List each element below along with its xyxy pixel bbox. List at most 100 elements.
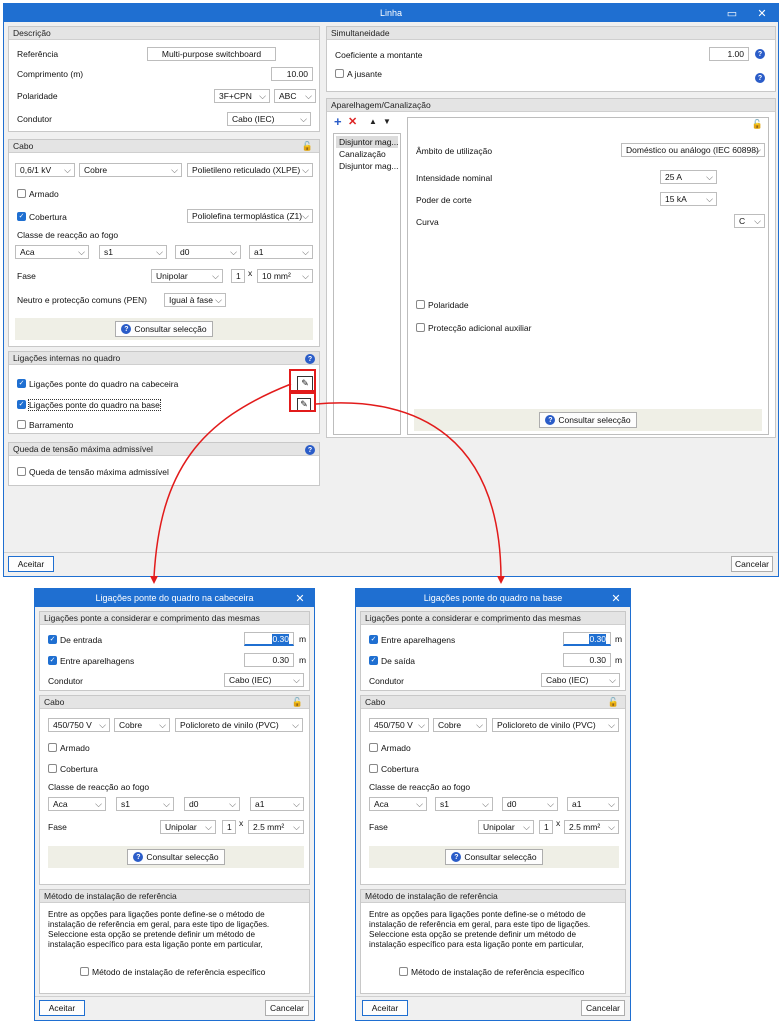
chevron-down-icon: ⌵ <box>293 675 300 685</box>
armado-checkbox[interactable]: Armado <box>369 742 411 753</box>
chevron-down-icon: ⌵ <box>95 799 102 809</box>
condutor-select[interactable]: Cabo (IEC) ⌵ <box>224 673 304 687</box>
r2-checkbox[interactable]: ✓ Entre aparelhagens <box>48 655 134 666</box>
fase-type-value: Unipolar <box>483 822 515 832</box>
material-value: Cobre <box>119 720 143 730</box>
classe-value: Aca <box>374 799 389 809</box>
aceitar-button[interactable]: Aceitar <box>362 1000 408 1016</box>
checkbox-checked: ✓ <box>369 656 378 665</box>
classe-select-2[interactable]: s1 ⌵ <box>435 797 493 811</box>
chevron-down-icon: ⌵ <box>608 799 615 809</box>
voltage-select[interactable]: 450/750 V ⌵ <box>48 718 110 732</box>
chevron-down-icon: ⌵ <box>293 799 300 809</box>
unit-label: m <box>299 634 307 644</box>
classe-label: Classe de reacção ao fogo <box>369 782 471 792</box>
cobertura-checkbox[interactable]: Cobertura <box>48 763 98 774</box>
cabo-panel: Cabo 🔓 450/750 V ⌵ Cobre ⌵ Policloreto de … <box>39 695 310 885</box>
r2-label: De saída <box>381 655 416 666</box>
consult-selection-button[interactable]: ? Consultar selecção <box>445 849 543 865</box>
chevron-down-icon: ⌵ <box>418 720 425 730</box>
fase-type-select[interactable]: Unipolar ⌵ <box>160 820 216 834</box>
condutor-select[interactable]: Cabo (IEC) ⌵ <box>541 673 620 687</box>
checkbox-box <box>369 743 378 752</box>
classe-select-2[interactable]: s1 ⌵ <box>116 797 174 811</box>
armado-label: Armado <box>381 742 411 753</box>
voltage-select[interactable]: 450/750 V ⌵ <box>369 718 429 732</box>
consult-bar: ? Consultar selecção <box>369 846 619 868</box>
r1-checkbox[interactable]: ✓ De entrada <box>48 634 102 645</box>
fase-x-label: x <box>239 818 244 828</box>
close-icon[interactable]: ✕ <box>292 589 308 607</box>
r2-checkbox[interactable]: ✓ De saída <box>369 655 415 666</box>
classe-label: Classe de reacção ao fogo <box>48 782 150 792</box>
chevron-down-icon: ⌵ <box>292 720 299 730</box>
metodo-cb-label: Método de instalação de referência espec… <box>92 966 266 977</box>
classe-select-3[interactable]: d0 ⌵ <box>184 797 240 811</box>
dialog-titlebar: Ligações ponte do quadro na cabeceira ✕ <box>35 589 314 607</box>
lock-icon[interactable]: 🔓 <box>608 697 619 708</box>
chevron-down-icon: ⌵ <box>229 799 236 809</box>
checkbox-box <box>48 764 57 773</box>
voltage-value: 450/750 V <box>374 720 413 730</box>
r1-length-input[interactable]: 0.30 <box>244 632 294 646</box>
material-select[interactable]: Cobre ⌵ <box>114 718 170 732</box>
unit-label: m <box>615 655 623 665</box>
chevron-down-icon: ⌵ <box>608 720 615 730</box>
classe-select-1[interactable]: Aca ⌵ <box>48 797 106 811</box>
metodo-description: Entre as opções para ligações ponte defi… <box>369 910 591 949</box>
metodo-checkbox[interactable]: Método de instalação de referência espec… <box>399 966 584 977</box>
cobertura-label: Cobertura <box>381 763 419 774</box>
fase-count-input[interactable]: 1 <box>222 820 236 834</box>
classe-select-4[interactable]: a1 ⌵ <box>567 797 619 811</box>
cancelar-button[interactable]: Cancelar <box>581 1000 625 1016</box>
metodo-checkbox[interactable]: Método de instalação de referência espec… <box>80 966 265 977</box>
r1-length-input[interactable]: 0.30 <box>563 632 611 646</box>
classe-value: s1 <box>440 799 449 809</box>
fase-section-select[interactable]: 2.5 mm² ⌵ <box>248 820 304 834</box>
cancelar-button[interactable]: Cancelar <box>265 1000 309 1016</box>
consult-label: Consultar selecção <box>464 852 537 862</box>
r1-label: De entrada <box>60 634 103 645</box>
condutor-value: Cabo (IEC) <box>546 675 589 685</box>
classe-select-1[interactable]: Aca ⌵ <box>369 797 427 811</box>
classe-value: Aca <box>53 799 68 809</box>
cabo-header: Cabo <box>40 696 309 709</box>
r2-length-input[interactable]: 0.30 <box>244 653 294 667</box>
classe-select-4[interactable]: a1 ⌵ <box>250 797 304 811</box>
insulation-select[interactable]: Policloreto de vinilo (PVC) ⌵ <box>175 718 303 732</box>
chevron-down-icon: ⌵ <box>609 675 616 685</box>
dialog-footer: Aceitar Cancelar <box>35 996 314 1020</box>
close-icon[interactable]: ✕ <box>608 589 624 607</box>
aceitar-button[interactable]: Aceitar <box>39 1000 85 1016</box>
r1-value: 0.30 <box>589 634 606 644</box>
r2-length-input[interactable]: 0.30 <box>563 653 611 667</box>
metodo-panel: Método de instalação de referência Entre… <box>360 889 626 994</box>
classe-value: a1 <box>572 799 582 809</box>
metodo-header: Método de instalação de referência <box>361 890 625 903</box>
cobertura-label: Cobertura <box>60 763 98 774</box>
chevron-down-icon: ⌵ <box>476 720 483 730</box>
chevron-down-icon: ⌵ <box>523 822 530 832</box>
cobertura-checkbox[interactable]: Cobertura <box>369 763 419 774</box>
chevron-down-icon: ⌵ <box>293 822 300 832</box>
condutor-label: Condutor <box>369 676 404 686</box>
fase-count-input[interactable]: 1 <box>539 820 553 834</box>
chevron-down-icon: ⌵ <box>482 799 489 809</box>
consult-selection-button[interactable]: ? Consultar selecção <box>127 849 225 865</box>
fase-type-select[interactable]: Unipolar ⌵ <box>478 820 534 834</box>
fase-section-select[interactable]: 2.5 mm² ⌵ <box>564 820 619 834</box>
chevron-down-icon: ⌵ <box>608 822 615 832</box>
armado-label: Armado <box>60 742 90 753</box>
consult-label: Consultar selecção <box>146 852 219 862</box>
r1-checkbox[interactable]: ✓ Entre aparelhagens <box>369 634 455 645</box>
insulation-select[interactable]: Policloreto de vinilo (PVC) ⌵ <box>492 718 619 732</box>
fase-section-value: 2.5 mm² <box>253 822 285 832</box>
lock-icon[interactable]: 🔓 <box>292 697 303 708</box>
classe-select-3[interactable]: d0 ⌵ <box>502 797 558 811</box>
material-select[interactable]: Cobre ⌵ <box>433 718 487 732</box>
condutor-value: Cabo (IEC) <box>229 675 272 685</box>
armado-checkbox[interactable]: Armado <box>48 742 90 753</box>
chevron-down-icon: ⌵ <box>159 720 166 730</box>
dialog-titlebar: Ligações ponte do quadro na base ✕ <box>356 589 630 607</box>
cabeceira-dialog: Ligações ponte do quadro na cabeceira ✕ … <box>34 588 315 1021</box>
